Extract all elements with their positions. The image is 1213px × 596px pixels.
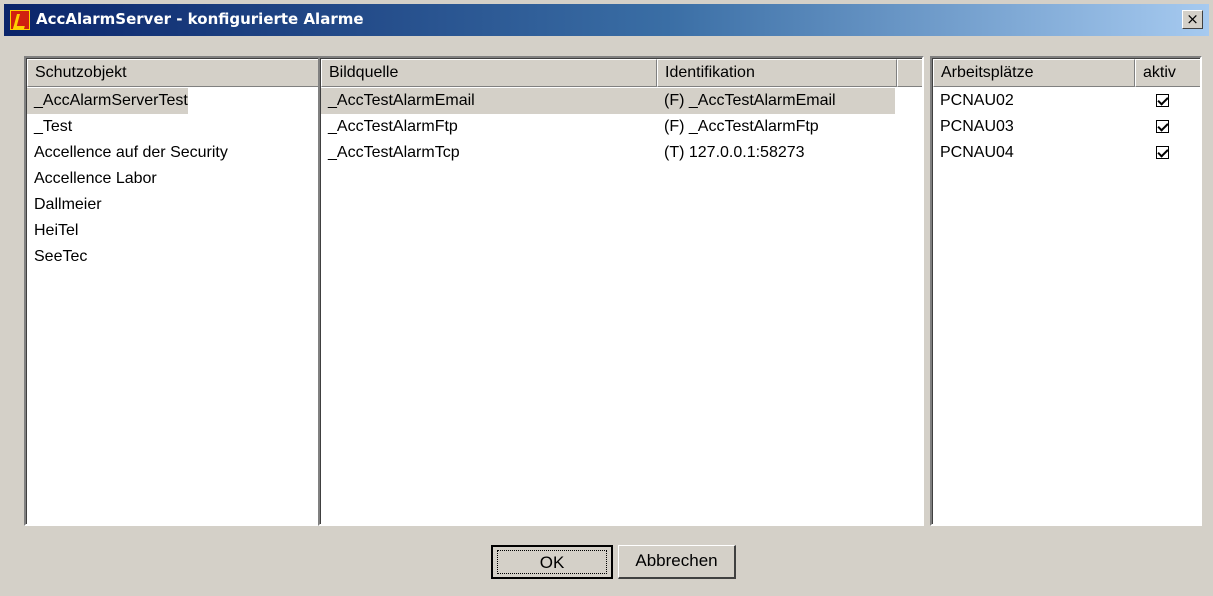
- cell-workstation: PCNAU03: [940, 118, 1014, 135]
- list-item-label: Accellence Labor: [34, 170, 157, 187]
- title-bar[interactable]: AccAlarmServer - konfigurierte Alarme ×: [4, 4, 1209, 36]
- list-item[interactable]: HeiTel: [27, 218, 318, 244]
- cell-workstation: PCNAU02: [940, 92, 1014, 109]
- cell-bildquelle: _AccTestAlarmFtp: [328, 118, 458, 135]
- dialog-window: AccAlarmServer - konfigurierte Alarme × …: [0, 0, 1213, 596]
- list-item[interactable]: SeeTec: [27, 244, 318, 270]
- window-title: AccAlarmServer - konfigurierte Alarme: [36, 10, 364, 28]
- column-header-aktiv[interactable]: aktiv: [1135, 59, 1200, 87]
- cell-bildquelle: _AccTestAlarmEmail: [328, 92, 475, 109]
- cell-bildquelle: _AccTestAlarmTcp: [328, 144, 460, 161]
- table-row[interactable]: PCNAU04: [933, 142, 1200, 168]
- app-icon: [10, 10, 30, 30]
- table-row[interactable]: PCNAU02: [933, 90, 1200, 116]
- cell-workstation: PCNAU04: [940, 144, 1014, 161]
- schutzobjekt-items: _AccAlarmServerTest _Test Accellence auf…: [27, 88, 318, 524]
- table-row[interactable]: _AccTestAlarmEmail (F) _AccTestAlarmEmai…: [321, 88, 895, 114]
- cancel-button[interactable]: Abbrechen: [618, 545, 736, 579]
- ok-button[interactable]: OK: [491, 545, 613, 579]
- arbeitsplaetze-header-row: Arbeitsplätze aktiv: [933, 59, 1200, 87]
- list-item[interactable]: Dallmeier: [27, 192, 318, 218]
- list-item-label: _AccAlarmServerTest: [27, 88, 188, 114]
- table-row[interactable]: _AccTestAlarmTcp (T) 127.0.0.1:58273: [321, 140, 922, 166]
- column-header-bildquelle[interactable]: Bildquelle: [321, 59, 657, 87]
- column-header-identifikation[interactable]: Identifikation: [657, 59, 897, 87]
- list-item[interactable]: Accellence Labor: [27, 166, 318, 192]
- cell-identifikation: (T) 127.0.0.1:58273: [664, 144, 805, 161]
- table-row[interactable]: PCNAU03: [933, 116, 1200, 142]
- list-item-label: _Test: [34, 118, 73, 135]
- list-item[interactable]: _AccAlarmServerTest: [27, 88, 318, 114]
- checkbox-active[interactable]: [1156, 94, 1169, 107]
- arbeitsplaetze-table[interactable]: Arbeitsplätze aktiv PCNAU02 PCNAU03 PCNA…: [930, 56, 1202, 526]
- column-header-extra[interactable]: [897, 59, 922, 87]
- list-item[interactable]: _Test: [27, 114, 318, 140]
- cell-identifikation: (F) _AccTestAlarmEmail: [664, 92, 836, 109]
- cell-identifikation: (F) _AccTestAlarmFtp: [664, 118, 819, 135]
- arbeitsplaetze-rows: PCNAU02 PCNAU03 PCNAU04: [933, 90, 1200, 524]
- bildquelle-header-row: Bildquelle Identifikation: [321, 59, 922, 87]
- schutzobjekt-header-row: Schutzobjekt: [27, 59, 318, 87]
- ok-button-label: OK: [497, 550, 607, 574]
- checkbox-active[interactable]: [1156, 146, 1169, 159]
- column-header-arbeitsplaetze[interactable]: Arbeitsplätze: [933, 59, 1135, 87]
- bildquelle-table[interactable]: Bildquelle Identifikation _AccTestAlarmE…: [318, 56, 924, 526]
- close-button[interactable]: ×: [1182, 10, 1203, 29]
- list-item-label: Dallmeier: [34, 196, 102, 213]
- checkbox-active[interactable]: [1156, 120, 1169, 133]
- list-item[interactable]: Accellence auf der Security: [27, 140, 318, 166]
- schutzobjekt-list[interactable]: Schutzobjekt _AccAlarmServerTest _Test A…: [24, 56, 320, 526]
- bildquelle-rows: _AccTestAlarmEmail (F) _AccTestAlarmEmai…: [321, 88, 922, 524]
- list-item-label: SeeTec: [34, 248, 88, 265]
- list-item-label: HeiTel: [34, 222, 79, 239]
- table-row[interactable]: _AccTestAlarmFtp (F) _AccTestAlarmFtp: [321, 114, 922, 140]
- column-header-schutzobjekt[interactable]: Schutzobjekt: [27, 59, 318, 87]
- list-item-label: Accellence auf der Security: [34, 144, 228, 161]
